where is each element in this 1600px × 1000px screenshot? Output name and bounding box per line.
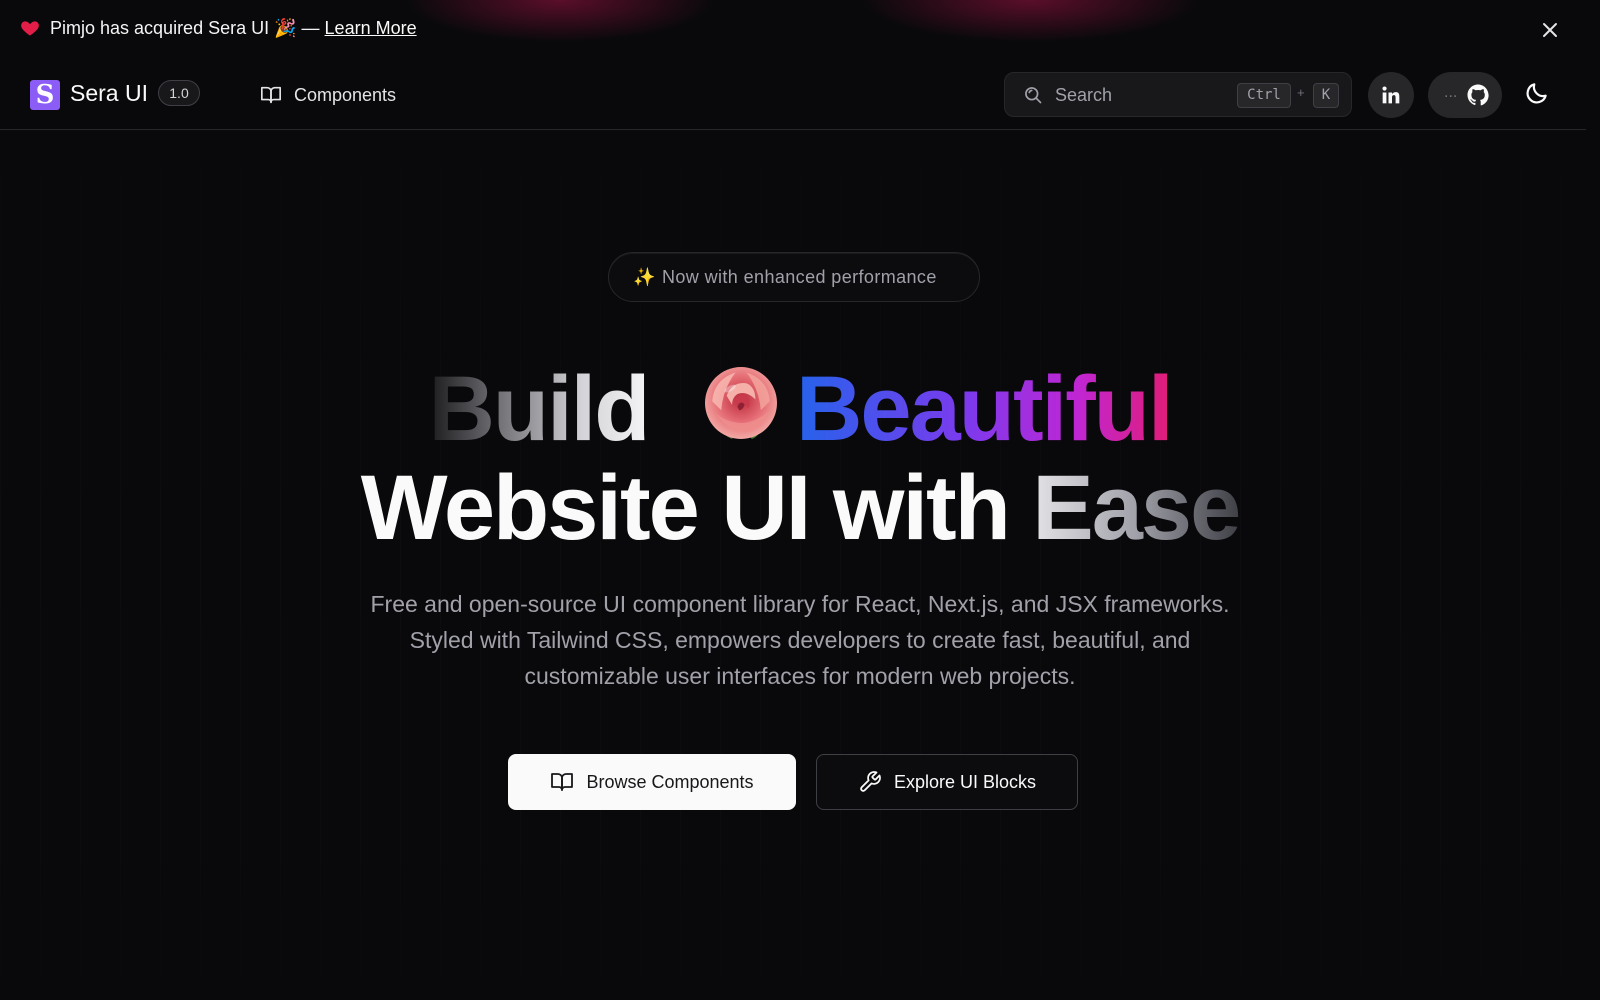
- headline-word-build: Build: [428, 358, 650, 460]
- top-navigation: S Sera UI 1.0 Components Search Ctrl + K…: [0, 60, 1586, 130]
- sparkles-icon: ✨: [633, 267, 656, 287]
- announcement-pill: ✨ Now with enhanced performance: [608, 252, 980, 302]
- learn-more-link[interactable]: Learn More: [325, 18, 417, 38]
- github-button[interactable]: ...: [1428, 72, 1502, 118]
- book-icon: [261, 86, 281, 104]
- pill-text: Now with enhanced performance: [662, 267, 937, 287]
- shortcut-plus: +: [1297, 85, 1305, 100]
- linkedin-button[interactable]: [1368, 72, 1414, 118]
- github-icon: [1467, 84, 1489, 106]
- announcement-bar: Pimjo has acquired Sera UI 🎉 — Learn Mor…: [0, 0, 1600, 60]
- headline-line2-main: Website UI with: [360, 457, 1033, 559]
- shortcut-ctrl-key: Ctrl: [1237, 83, 1291, 108]
- shortcut-k-key: K: [1313, 83, 1339, 108]
- brand-name[interactable]: Sera UI: [70, 80, 148, 107]
- nav-components-link[interactable]: Components: [260, 82, 396, 108]
- version-badge: 1.0: [158, 80, 200, 106]
- search-icon: [1025, 87, 1042, 104]
- rose-icon: [704, 367, 777, 439]
- headline-word-beautiful: Beautiful: [795, 358, 1174, 460]
- announcement-text: Pimjo has acquired Sera UI 🎉 — Learn Mor…: [50, 18, 417, 39]
- hero-subtitle: Free and open-source UI component librar…: [370, 591, 1230, 689]
- search-placeholder: Search: [1055, 85, 1113, 105]
- nav-components-label: Components: [294, 84, 397, 105]
- explore-ui-blocks-button[interactable]: Explore UI Blocks: [816, 754, 1078, 810]
- wrench-icon: [860, 771, 881, 792]
- explore-ui-blocks-label: Explore UI Blocks: [893, 771, 1037, 792]
- search-input[interactable]: Search Ctrl + K: [1004, 72, 1352, 117]
- linkedin-icon: [1382, 86, 1400, 104]
- close-icon[interactable]: [1538, 18, 1562, 42]
- headline-line-1: Build Beautiful: [0, 358, 1600, 459]
- headline-word-ease: Ease: [1032, 457, 1241, 559]
- browse-components-button[interactable]: Browse Components: [508, 754, 796, 810]
- browse-components-label: Browse Components: [586, 771, 754, 792]
- github-stars-loading: ...: [1444, 84, 1458, 101]
- announcement-message: Pimjo has acquired Sera UI 🎉 —: [50, 18, 320, 38]
- heart-icon: [21, 21, 39, 36]
- logo-mark[interactable]: S: [30, 80, 60, 110]
- moon-icon[interactable]: [1524, 80, 1550, 106]
- headline-line-2: Website UI with Ease: [0, 458, 1600, 558]
- book-icon: [551, 773, 574, 791]
